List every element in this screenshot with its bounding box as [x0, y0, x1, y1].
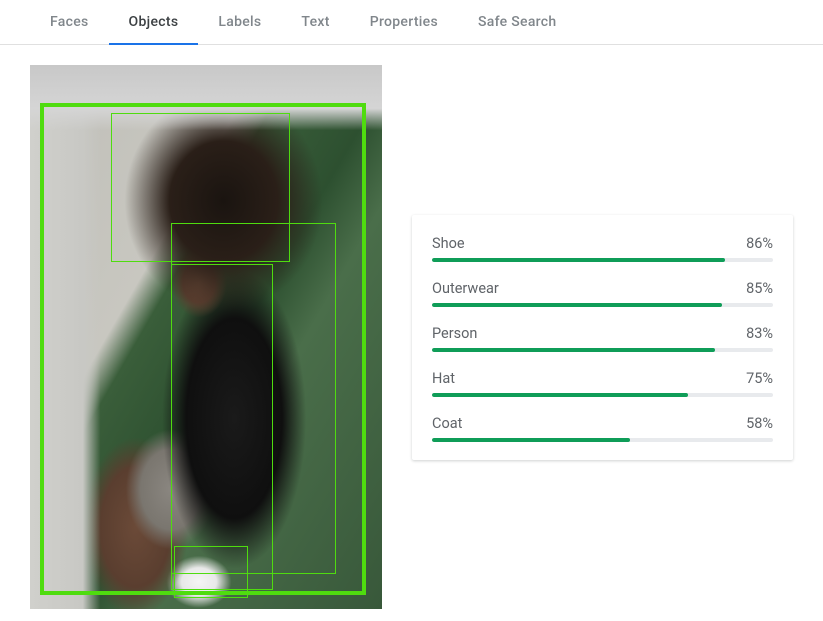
- tab-properties[interactable]: Properties: [350, 0, 458, 44]
- results-panel: Shoe 86% Outerwear 85% Person 83% Hat 75% Coat 58…: [412, 215, 793, 460]
- confidence-bar: [432, 438, 773, 442]
- content-area: Shoe 86% Outerwear 85% Person 83% Hat 75% Coat 58…: [0, 65, 823, 609]
- result-header: Outerwear 85%: [432, 280, 773, 297]
- confidence-bar-fill: [432, 393, 688, 397]
- confidence-bar: [432, 348, 773, 352]
- result-label: Coat: [432, 415, 462, 432]
- result-header: Coat 58%: [432, 415, 773, 432]
- image-panel: [30, 65, 382, 609]
- result-confidence: 58%: [746, 415, 773, 432]
- tab-labels[interactable]: Labels: [198, 0, 281, 44]
- tabs-bar: FacesObjectsLabelsTextPropertiesSafe Sea…: [0, 0, 823, 45]
- image-placeholder: [30, 65, 382, 609]
- result-header: Person 83%: [432, 325, 773, 342]
- result-row[interactable]: Hat 75%: [432, 370, 773, 397]
- result-confidence: 83%: [746, 325, 773, 342]
- analyzed-image: [30, 65, 382, 609]
- confidence-bar-fill: [432, 258, 725, 262]
- result-confidence: 86%: [746, 235, 773, 252]
- tab-faces[interactable]: Faces: [30, 0, 109, 44]
- confidence-bar-fill: [432, 348, 715, 352]
- result-row[interactable]: Coat 58%: [432, 415, 773, 442]
- result-header: Shoe 86%: [432, 235, 773, 252]
- result-label: Hat: [432, 370, 455, 387]
- tab-safe-search[interactable]: Safe Search: [458, 0, 577, 44]
- confidence-bar: [432, 258, 773, 262]
- result-row[interactable]: Outerwear 85%: [432, 280, 773, 307]
- result-row[interactable]: Shoe 86%: [432, 235, 773, 262]
- confidence-bar: [432, 393, 773, 397]
- tab-objects[interactable]: Objects: [109, 0, 199, 44]
- result-label: Outerwear: [432, 280, 499, 297]
- result-row[interactable]: Person 83%: [432, 325, 773, 352]
- confidence-bar: [432, 303, 773, 307]
- result-label: Shoe: [432, 235, 465, 252]
- result-confidence: 85%: [746, 280, 773, 297]
- result-label: Person: [432, 325, 477, 342]
- confidence-bar-fill: [432, 438, 630, 442]
- result-confidence: 75%: [746, 370, 773, 387]
- confidence-bar-fill: [432, 303, 722, 307]
- tab-text[interactable]: Text: [281, 0, 349, 44]
- result-header: Hat 75%: [432, 370, 773, 387]
